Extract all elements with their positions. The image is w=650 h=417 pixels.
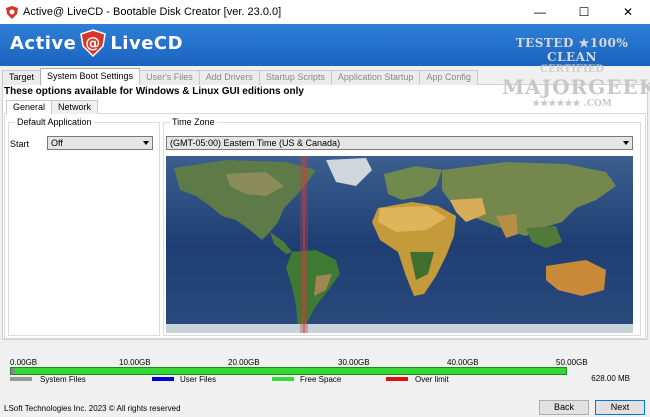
scale-label: 20.00GB bbox=[228, 358, 260, 367]
scale-label: 30.00GB bbox=[338, 358, 370, 367]
tab-users-files[interactable]: User's Files bbox=[139, 70, 200, 85]
time-zone-select[interactable]: (GMT-05:00) Eastern Time (US & Canada) bbox=[166, 136, 633, 150]
minimize-button[interactable]: — bbox=[518, 0, 562, 24]
default-application-title: Default Application bbox=[15, 117, 94, 127]
gui-editions-note: These options available for Windows & Li… bbox=[4, 86, 304, 97]
start-label: Start bbox=[10, 139, 30, 149]
disk-usage-bar bbox=[10, 367, 567, 375]
tab-system-boot-settings[interactable]: System Boot Settings bbox=[40, 68, 141, 85]
window-controls: — ☐ ✕ bbox=[518, 0, 650, 24]
watermark-brand: MAJORGEEKS bbox=[502, 75, 650, 99]
scale-label: 50.00GB bbox=[556, 358, 588, 367]
system-files-segment bbox=[11, 368, 15, 374]
logo-at-shield-icon: @ bbox=[80, 29, 107, 57]
legend-over-limit: Over limit bbox=[415, 375, 449, 384]
legend-user-files: User Files bbox=[180, 375, 217, 384]
legend-system-files: System Files bbox=[40, 375, 86, 384]
tab-startup-scripts[interactable]: Startup Scripts bbox=[258, 70, 332, 85]
sub-tabs: General Network bbox=[6, 100, 99, 114]
scale-label: 0.00GB bbox=[10, 358, 38, 367]
watermark-tested: TESTED ★100% CLEAN bbox=[515, 36, 629, 64]
chevron-down-icon bbox=[623, 141, 629, 145]
tab-application-startup[interactable]: Application Startup bbox=[330, 70, 421, 85]
logo-text-left: Active bbox=[10, 32, 77, 54]
free-space-swatch bbox=[272, 377, 294, 381]
tab-target[interactable]: Target bbox=[2, 70, 42, 85]
over-limit-swatch bbox=[386, 377, 408, 381]
title-bar: Active@ LiveCD - Bootable Disk Creator [… bbox=[0, 0, 650, 24]
tab-general[interactable]: General bbox=[6, 100, 53, 114]
scale-label: 10.00GB bbox=[119, 358, 151, 367]
next-button[interactable]: Next bbox=[595, 400, 645, 415]
window-title: Active@ LiveCD - Bootable Disk Creator [… bbox=[23, 6, 282, 18]
world-time-zone-map[interactable] bbox=[166, 156, 633, 333]
logo-text-right: LiveCD bbox=[110, 32, 184, 54]
tab-add-drivers[interactable]: Add Drivers bbox=[198, 70, 260, 85]
start-select-value: Off bbox=[51, 138, 63, 148]
app-window: Active@ LiveCD - Bootable Disk Creator [… bbox=[0, 0, 650, 417]
maximize-button[interactable]: ☐ bbox=[562, 0, 606, 24]
app-shield-icon bbox=[6, 5, 18, 19]
watermark-certified: CERTIFIED bbox=[540, 64, 604, 75]
majorgeeks-watermark: TESTED ★100% CLEAN CERTIFIED MAJORGEEKS … bbox=[502, 36, 650, 109]
total-size: 628.00 MB bbox=[591, 374, 630, 383]
copyright-text: LSoft Technologies Inc. 2023 © All right… bbox=[4, 404, 181, 413]
default-application-group: Default Application bbox=[8, 117, 160, 336]
svg-text:@: @ bbox=[86, 34, 102, 52]
app-logo: Active @ LiveCD bbox=[10, 29, 183, 57]
back-button[interactable]: Back bbox=[539, 400, 589, 415]
close-button[interactable]: ✕ bbox=[606, 0, 650, 24]
system-files-swatch bbox=[10, 377, 32, 381]
time-zone-select-value: (GMT-05:00) Eastern Time (US & Canada) bbox=[170, 138, 341, 148]
scale-label: 40.00GB bbox=[447, 358, 479, 367]
start-select[interactable]: Off bbox=[47, 136, 153, 150]
main-tabs: Target System Boot Settings User's Files… bbox=[2, 68, 478, 85]
watermark-domain: ★★★★★★ .COM bbox=[532, 99, 612, 109]
tab-app-config[interactable]: App Config bbox=[419, 70, 478, 85]
tab-network[interactable]: Network bbox=[51, 100, 99, 114]
legend-free-space: Free Space bbox=[300, 375, 342, 384]
time-zone-title: Time Zone bbox=[170, 117, 217, 127]
chevron-down-icon bbox=[143, 141, 149, 145]
user-files-swatch bbox=[152, 377, 174, 381]
